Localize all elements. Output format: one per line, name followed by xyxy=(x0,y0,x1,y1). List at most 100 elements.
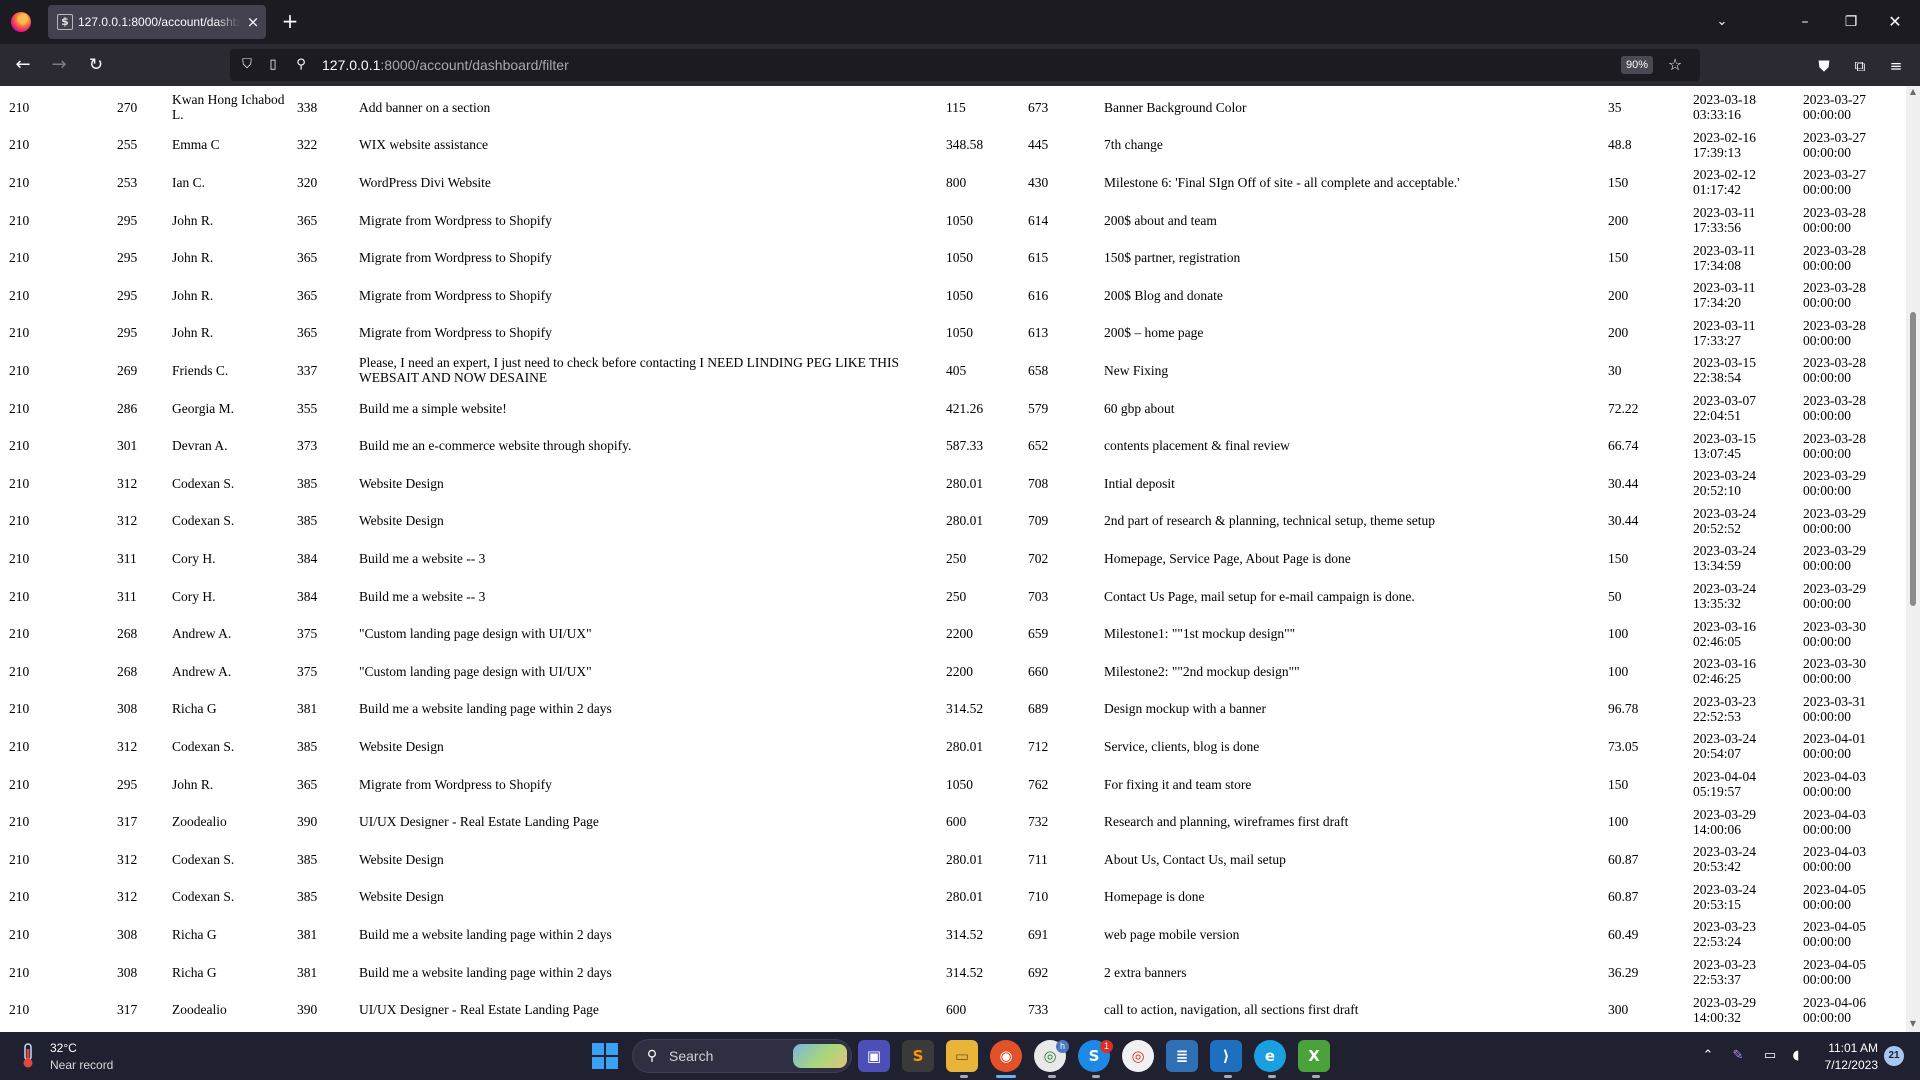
page-info-icon[interactable]: ▯ xyxy=(264,56,282,74)
table-cell: 709 xyxy=(1028,513,1049,529)
table-cell: 2023-03-24 20:52:52 xyxy=(1693,505,1756,536)
table-cell: 373 xyxy=(297,438,318,454)
table-cell: 210 xyxy=(9,475,30,491)
table-cell: 2023-03-28 00:00:00 xyxy=(1803,393,1866,424)
table-cell: 385 xyxy=(297,475,318,491)
tab-title: 127.0.0.1:8000/account/dashboard/filter xyxy=(78,15,240,29)
address-bar[interactable]: ⛉ ▯ ⚲ 127.0.0.1:8000/account/dashboard/f… xyxy=(230,49,1700,81)
table-row: 210 268 Andrew A. 375 "Custom landing page d… xyxy=(0,615,1906,653)
table-cell: 2023-03-18 03:33:16 xyxy=(1693,92,1756,123)
clock-time[interactable]: 11:01 AM xyxy=(1822,1041,1878,1055)
chrome-alt-icon[interactable]: ◎ xyxy=(1122,1040,1154,1072)
pocket-icon[interactable]: ⛊ xyxy=(1812,54,1836,78)
table-cell: 2023-03-28 00:00:00 xyxy=(1803,280,1866,311)
table-cell: 268 xyxy=(117,626,138,642)
table-cell: 1050 xyxy=(946,212,973,228)
table-cell: 200$ about and team xyxy=(1104,212,1217,228)
table-cell: 48.8 xyxy=(1608,137,1632,153)
windows-start-icon[interactable] xyxy=(592,1043,618,1069)
table-cell: Codexan S. xyxy=(172,475,235,491)
table-cell: 100 xyxy=(1608,814,1629,830)
extensions-puzzle-icon[interactable]: ⧉ xyxy=(1848,54,1872,78)
table-cell: 2023-03-29 00:00:00 xyxy=(1803,581,1866,612)
table-cell: 365 xyxy=(297,250,318,266)
zoom-level-badge[interactable]: 90% xyxy=(1621,56,1653,74)
teams-chat-icon[interactable]: ▣ xyxy=(858,1040,890,1072)
search-label: Search xyxy=(669,1048,714,1064)
close-window-button[interactable]: ✕ xyxy=(1880,8,1910,36)
table-cell: 210 xyxy=(9,513,30,529)
table-cell: 280.01 xyxy=(946,475,984,491)
table-cell: 2200 xyxy=(946,626,973,642)
network-icon[interactable]: ▭ xyxy=(1760,1046,1780,1066)
minimize-window-button[interactable]: – xyxy=(1790,8,1820,36)
table-cell: 295 xyxy=(117,250,138,266)
table-cell: 711 xyxy=(1028,851,1048,867)
restore-window-button[interactable]: ❐ xyxy=(1836,8,1866,36)
notepad-icon[interactable]: ≣ xyxy=(1166,1040,1198,1072)
notification-count-badge[interactable]: 21 xyxy=(1884,1046,1904,1066)
back-arrow-icon[interactable]: ← xyxy=(10,52,36,78)
running-indicator xyxy=(1224,1075,1232,1078)
xampp-icon[interactable]: X xyxy=(1298,1040,1330,1072)
table-cell: 312 xyxy=(117,475,138,491)
table-cell: 2023-03-16 02:46:25 xyxy=(1693,656,1756,687)
table-cell: John R. xyxy=(172,212,214,228)
new-tab-button[interactable]: + xyxy=(278,9,302,33)
close-tab-icon[interactable]: × xyxy=(245,13,261,31)
table-cell: 255 xyxy=(117,137,138,153)
file-explorer-icon[interactable]: ▭ xyxy=(946,1040,978,1072)
running-indicator xyxy=(1048,1075,1056,1078)
browser-tab-active[interactable]: $ 127.0.0.1:8000/account/dashboard/filte… xyxy=(48,5,266,39)
browser-nav-bar: ← → ↻ ⛉ ▯ ⚲ 127.0.0.1:8000/account/dashb… xyxy=(0,44,1920,86)
hamburger-menu-icon[interactable]: ≡ xyxy=(1884,54,1908,78)
scroll-up-arrow-icon[interactable]: ▲ xyxy=(1908,88,1918,96)
table-cell: 250 xyxy=(946,550,967,566)
taskbar-search-box[interactable]: ⚲ Search xyxy=(632,1039,852,1073)
scroll-down-arrow-icon[interactable]: ▼ xyxy=(1908,1020,1918,1028)
scrollbar-thumb[interactable] xyxy=(1910,312,1916,606)
clock-date[interactable]: 7/12/2023 xyxy=(1812,1058,1878,1072)
edge-icon[interactable]: e xyxy=(1254,1040,1286,1072)
table-cell: 30 xyxy=(1608,362,1622,378)
permissions-icon[interactable]: ⚲ xyxy=(292,56,310,74)
table-cell: 733 xyxy=(1028,1002,1049,1018)
sublime-text-icon[interactable]: S xyxy=(902,1040,934,1072)
table-cell: call to action, navigation, all sections… xyxy=(1104,1002,1359,1018)
table-row: 210 312 Codexan S. 385 Website Design 280.01 7… xyxy=(0,465,1906,503)
table-row: 210 301 Devran A. 373 Build me an e-commerce… xyxy=(0,427,1906,465)
pen-icon[interactable]: ✎ xyxy=(1728,1046,1748,1066)
table-cell: Milestone1: ""1st mockup design"" xyxy=(1104,626,1296,642)
table-cell: 2023-03-11 17:34:08 xyxy=(1693,242,1756,273)
table-cell: 200$ Blog and donate xyxy=(1104,287,1223,303)
table-cell: 2023-03-07 22:04:51 xyxy=(1693,393,1756,424)
page-viewport[interactable]: 210 270 Kwan Hong Ichabod L. 338 Add banner … xyxy=(0,86,1920,1032)
table-cell: 150 xyxy=(1608,174,1629,190)
show-hidden-icons-chevron-icon[interactable]: ⌃ xyxy=(1698,1046,1718,1066)
forward-arrow-icon[interactable]: → xyxy=(46,52,72,78)
weather-description[interactable]: Near record xyxy=(50,1058,113,1072)
table-cell: 712 xyxy=(1028,738,1049,754)
table-cell: 2023-03-24 20:53:42 xyxy=(1693,844,1756,875)
table-cell: 615 xyxy=(1028,250,1049,266)
table-cell: Codexan S. xyxy=(172,851,235,867)
volume-icon[interactable]: ◖ xyxy=(1786,1046,1806,1066)
table-cell: Migrate from Wordpress to Shopify xyxy=(359,325,552,341)
chevron-down-icon[interactable]: ⌄ xyxy=(1710,12,1734,32)
table-cell: 445 xyxy=(1028,137,1049,153)
vscode-icon[interactable]: ⟩ xyxy=(1210,1040,1242,1072)
table-cell: 2023-02-12 01:17:42 xyxy=(1693,167,1756,198)
bookmark-star-icon[interactable]: ☆ xyxy=(1664,54,1686,76)
table-cell: 100 xyxy=(1608,626,1629,642)
url-text[interactable]: 127.0.0.1:8000/account/dashboard/filter xyxy=(322,56,569,74)
tracking-shield-icon[interactable]: ⛉ xyxy=(238,56,256,74)
table-row: 210 295 John R. 365 Migrate from Wordpress t… xyxy=(0,201,1906,239)
firefox-taskbar-icon[interactable]: ◉ xyxy=(990,1040,1022,1072)
firefox-logo-icon[interactable] xyxy=(11,12,31,32)
thermometer-weather-icon[interactable] xyxy=(18,1043,38,1069)
table-cell: Zoodealio xyxy=(172,1002,227,1018)
table-cell: Georgia M. xyxy=(172,400,234,416)
weather-temperature[interactable]: 32°C xyxy=(50,1041,77,1055)
reload-icon[interactable]: ↻ xyxy=(83,52,109,78)
table-cell: 2023-03-24 20:53:15 xyxy=(1693,881,1756,912)
